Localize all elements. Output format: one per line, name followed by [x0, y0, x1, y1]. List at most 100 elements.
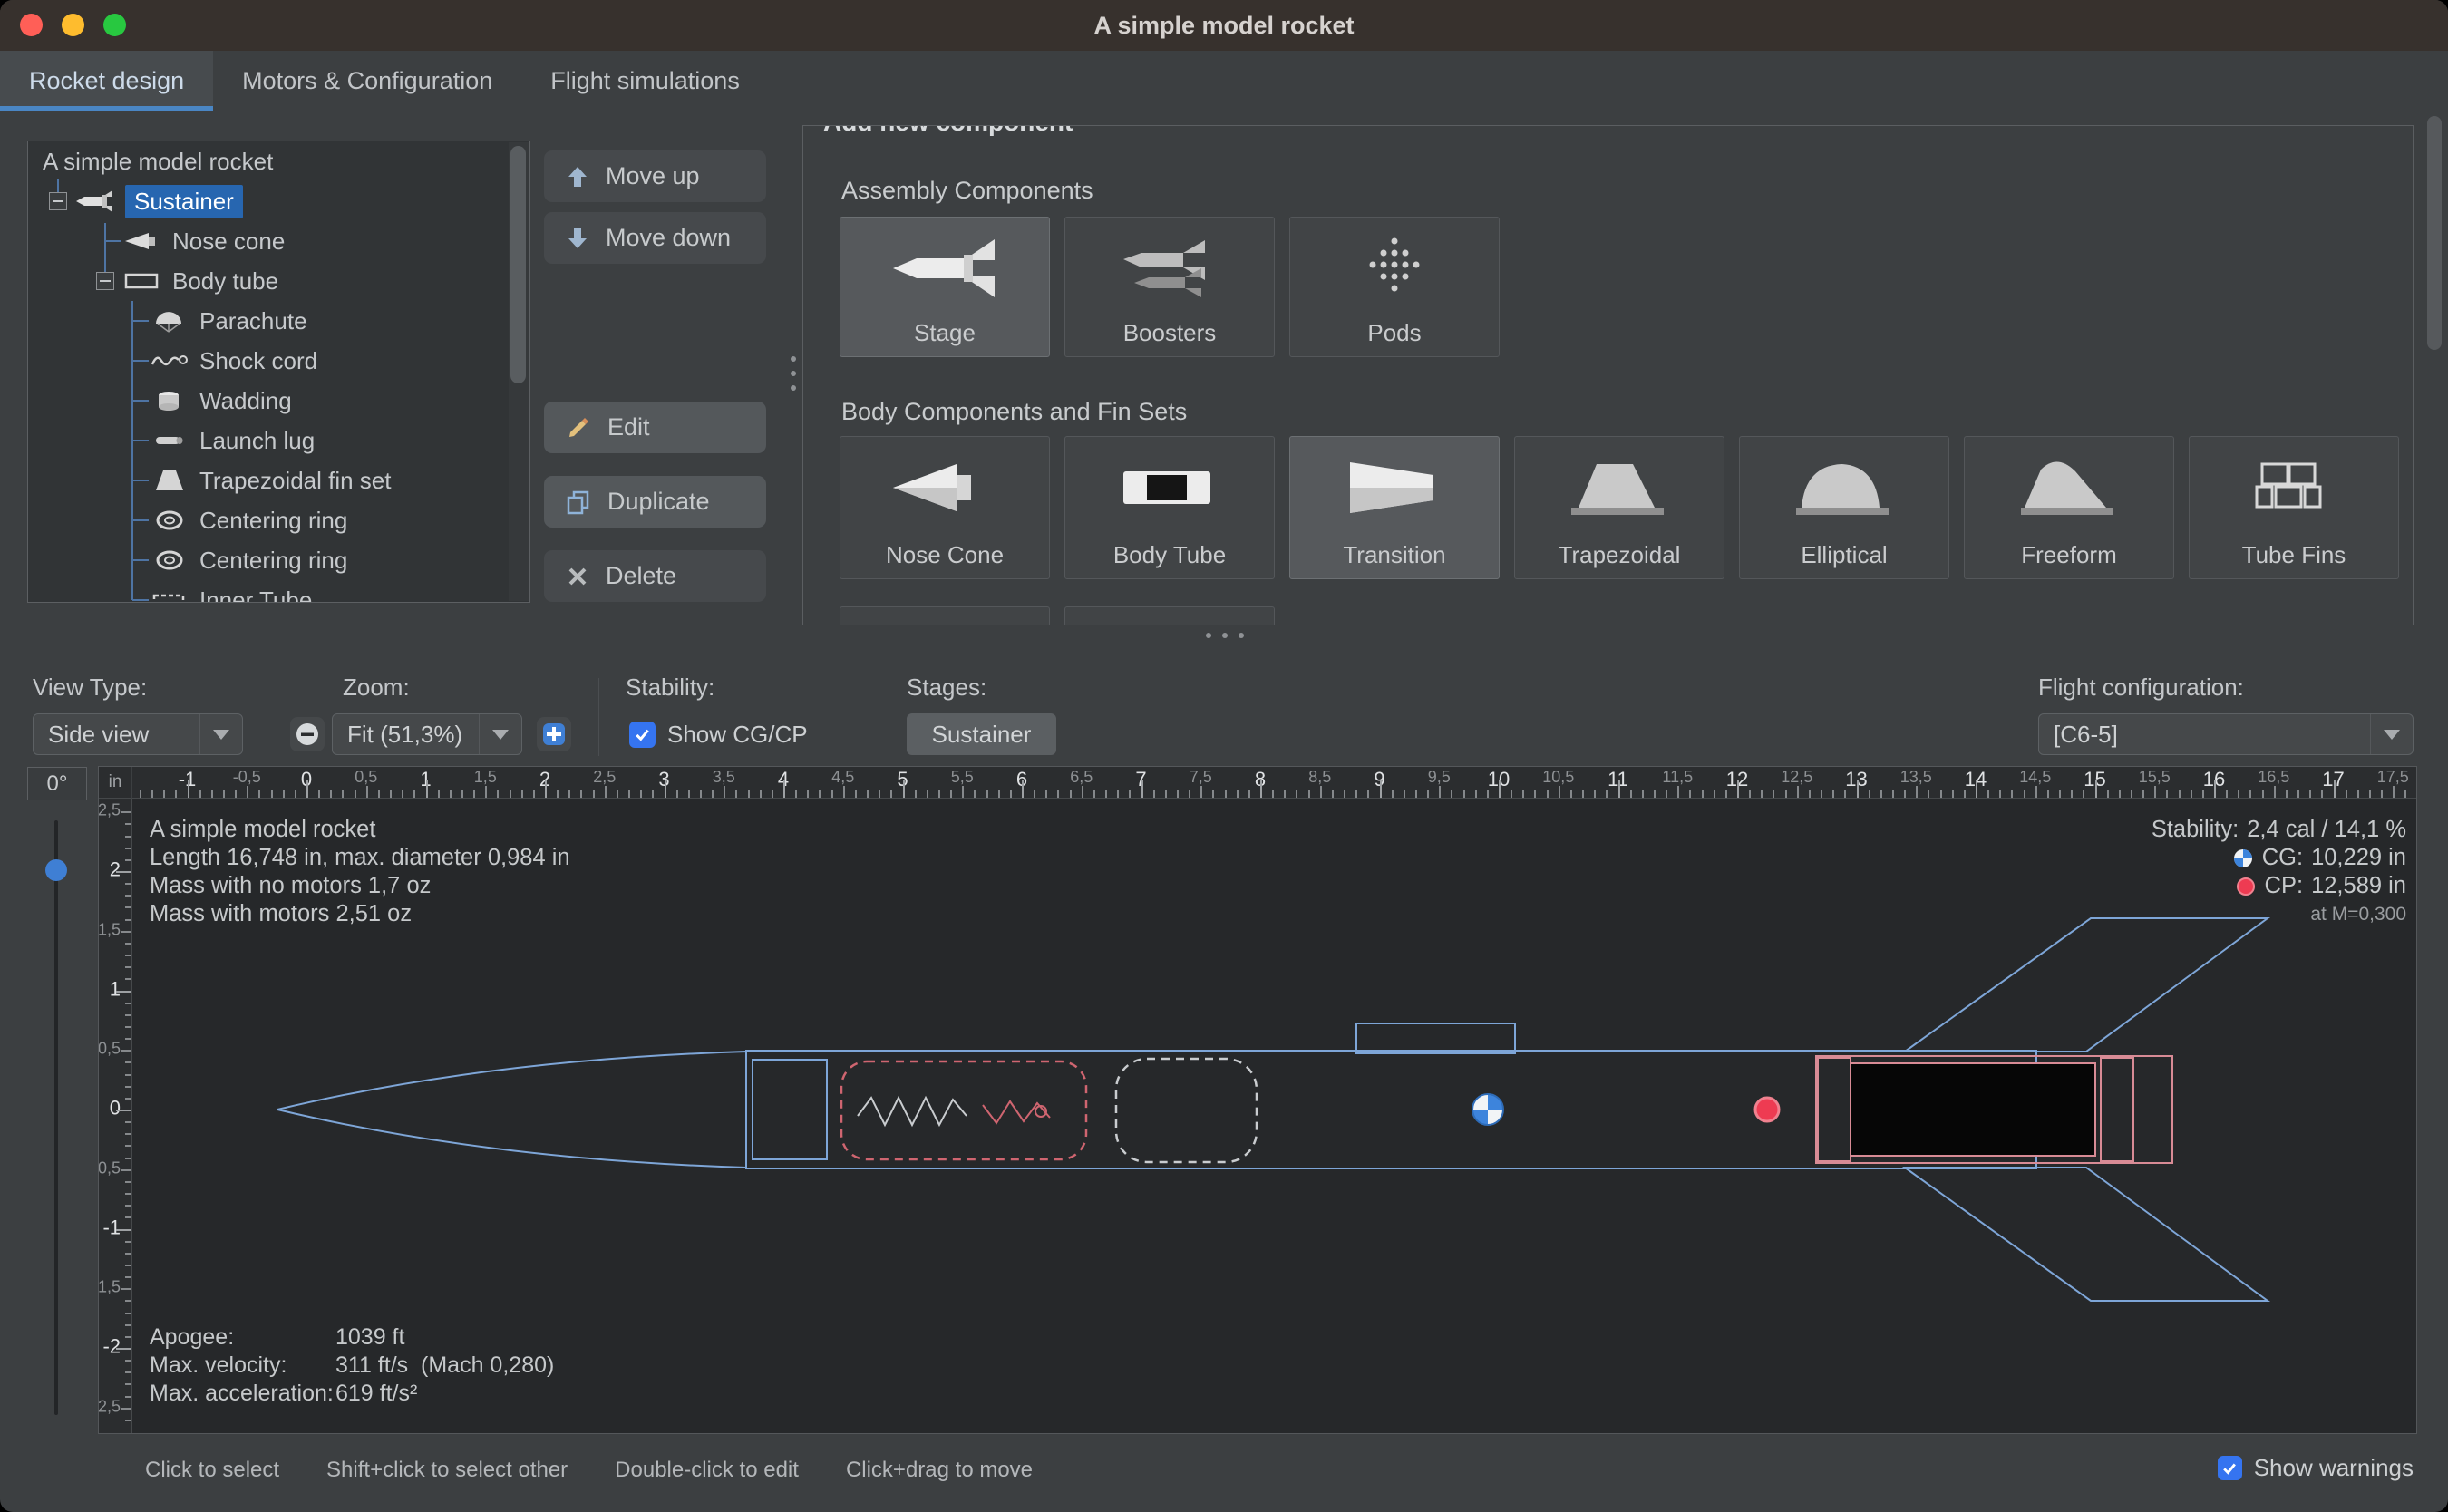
- cp-caption: CP:: [2265, 872, 2304, 900]
- tree-item-shock-cord[interactable]: Shock cord: [28, 341, 529, 381]
- view-type-dropdown[interactable]: Side view: [33, 713, 243, 755]
- ruler-unit: in: [99, 767, 132, 799]
- tree-item-root[interactable]: A simple model rocket: [28, 141, 529, 181]
- toolbar-divider: [598, 678, 599, 756]
- close-window-button[interactable]: [20, 14, 43, 36]
- panel-scrollbar-thumb[interactable]: [2427, 116, 2442, 350]
- tree-item-body-tube[interactable]: Body tube: [28, 261, 529, 301]
- component-partial-1[interactable]: [840, 606, 1050, 625]
- apogee-value: 1039 ft: [335, 1324, 404, 1350]
- tree-scrollbar-thumb[interactable]: [510, 146, 526, 383]
- component-stage[interactable]: Stage: [840, 217, 1050, 357]
- flight-configuration-dropdown[interactable]: [C6-5]: [2038, 713, 2414, 755]
- tree-item-nose-cone[interactable]: Nose cone: [28, 221, 529, 261]
- launch-lug-shape[interactable]: [1356, 1023, 1515, 1053]
- collapse-toggle-icon[interactable]: [96, 272, 114, 290]
- tab-flight-simulations[interactable]: Flight simulations: [521, 51, 769, 111]
- tree-item-label: Shock cord: [199, 347, 317, 375]
- component-nose-cone[interactable]: Nose Cone: [840, 436, 1050, 579]
- arrow-down-icon: [566, 226, 589, 251]
- show-warnings-checkbox[interactable]: Show warnings: [2218, 1454, 2414, 1482]
- zoom-out-button[interactable]: [290, 717, 325, 751]
- tree-item-label: Body tube: [172, 267, 278, 296]
- tree-item-sustainer[interactable]: Sustainer: [28, 181, 529, 221]
- assembly-components-heading: Assembly Components: [841, 177, 1093, 205]
- rotation-slider-track[interactable]: [54, 820, 58, 1415]
- checkbox-checked-icon[interactable]: [629, 722, 656, 748]
- delete-button[interactable]: Delete: [544, 550, 766, 602]
- tree-item-inner-tube[interactable]: Inner Tube: [28, 580, 529, 603]
- splitter-handle[interactable]: [791, 356, 796, 391]
- main-tab-bar: Rocket design Motors & Configuration Fli…: [0, 51, 2448, 111]
- tree-item-centering-ring-2[interactable]: Centering ring: [28, 540, 529, 580]
- zoom-dropdown[interactable]: Fit (51,3%): [332, 713, 522, 755]
- tree-item-label: Centering ring: [199, 547, 347, 575]
- edit-button[interactable]: Edit: [544, 402, 766, 453]
- duplicate-button[interactable]: Duplicate: [544, 476, 766, 528]
- status-hints: Click to select Shift+click to select ot…: [145, 1458, 1033, 1483]
- add-component-panel: Add new component Assembly Components St…: [802, 125, 2414, 625]
- move-up-button[interactable]: Move up: [544, 150, 766, 202]
- centering-ring-icon: [149, 547, 190, 574]
- tree-item-label: A simple model rocket: [43, 148, 273, 176]
- wadding-shape[interactable]: [1116, 1059, 1257, 1162]
- tree-item-label: Parachute: [199, 307, 307, 335]
- component-pods[interactable]: Pods: [1289, 217, 1500, 357]
- body-tube-shape[interactable]: [746, 1051, 2036, 1168]
- tree-item-wadding[interactable]: Wadding: [28, 381, 529, 421]
- body-components-heading: Body Components and Fin Sets: [841, 398, 1187, 426]
- tree-item-parachute[interactable]: Parachute: [28, 301, 529, 341]
- component-transition[interactable]: Transition: [1289, 436, 1500, 579]
- cp-value: 12,589 in: [2311, 872, 2406, 900]
- panel-resize-handle[interactable]: [1206, 633, 1244, 638]
- tree-item-label: Trapezoidal fin set: [199, 467, 391, 495]
- minimize-window-button[interactable]: [62, 14, 84, 36]
- component-freeform[interactable]: Freeform: [1964, 436, 2174, 579]
- edit-label: Edit: [607, 413, 650, 441]
- nose-shoulder-shape[interactable]: [753, 1060, 827, 1159]
- cg-icon: [2232, 848, 2254, 869]
- cg-value: 10,229 in: [2311, 844, 2406, 872]
- tree-scrollbar[interactable]: [509, 142, 529, 601]
- component-tree: A simple model rocket Sustainer Nose con…: [27, 141, 530, 603]
- checkbox-checked-icon[interactable]: [2218, 1456, 2242, 1480]
- component-elliptical[interactable]: Elliptical: [1739, 436, 1949, 579]
- hint-shift-click: Shift+click to select other: [326, 1458, 568, 1483]
- component-tube-fins[interactable]: Tube Fins: [2189, 436, 2399, 579]
- zoom-in-button[interactable]: [537, 717, 571, 751]
- chevron-down-icon: [2370, 714, 2413, 754]
- shock-cord-shape[interactable]: [858, 1098, 967, 1125]
- collapse-toggle-icon[interactable]: [49, 192, 67, 210]
- tree-item-centering-ring-1[interactable]: Centering ring: [28, 500, 529, 540]
- nose-cone-shape[interactable]: [277, 1052, 746, 1168]
- fin-top-shape[interactable]: [1905, 918, 2268, 1052]
- zoom-window-button[interactable]: [103, 14, 126, 36]
- tab-motors-configuration[interactable]: Motors & Configuration: [213, 51, 521, 111]
- arrow-up-icon: [566, 164, 589, 189]
- tree-item-label: Sustainer: [125, 185, 243, 218]
- move-down-button[interactable]: Move down: [544, 212, 766, 264]
- fin-bottom-shape[interactable]: [1905, 1168, 2268, 1301]
- cg-marker: [1472, 1094, 1503, 1125]
- tree-item-label: Wadding: [199, 387, 292, 415]
- rotation-slider-thumb[interactable]: [45, 859, 67, 881]
- tab-rocket-design[interactable]: Rocket design: [0, 51, 213, 111]
- tree-item-trapezoidal-fin-set[interactable]: Trapezoidal fin set: [28, 460, 529, 500]
- tree-item-launch-lug[interactable]: Launch lug: [28, 421, 529, 460]
- centering-ring-shape[interactable]: [2101, 1058, 2133, 1161]
- flight-configuration-label: Flight configuration:: [2038, 674, 2244, 702]
- panel-scrollbar[interactable]: [2424, 112, 2445, 625]
- motor-shape[interactable]: [1851, 1063, 2095, 1156]
- component-trapezoidal[interactable]: Trapezoidal: [1514, 436, 1724, 579]
- rocket-icon: [74, 188, 116, 215]
- stage-sustainer-toggle[interactable]: Sustainer: [907, 713, 1056, 755]
- centering-ring-shape[interactable]: [1818, 1058, 1851, 1161]
- copy-icon: [566, 489, 591, 515]
- show-cg-cp-checkbox[interactable]: Show CG/CP: [629, 721, 808, 749]
- component-partial-2[interactable]: [1064, 606, 1275, 625]
- component-body-tube[interactable]: Body Tube: [1064, 436, 1275, 579]
- stability-caption: Stability:: [2152, 816, 2239, 844]
- stability-value: 2,4 cal / 14,1 %: [2247, 816, 2406, 844]
- component-boosters[interactable]: Boosters: [1064, 217, 1275, 357]
- rocket-name: A simple model rocket: [150, 816, 570, 844]
